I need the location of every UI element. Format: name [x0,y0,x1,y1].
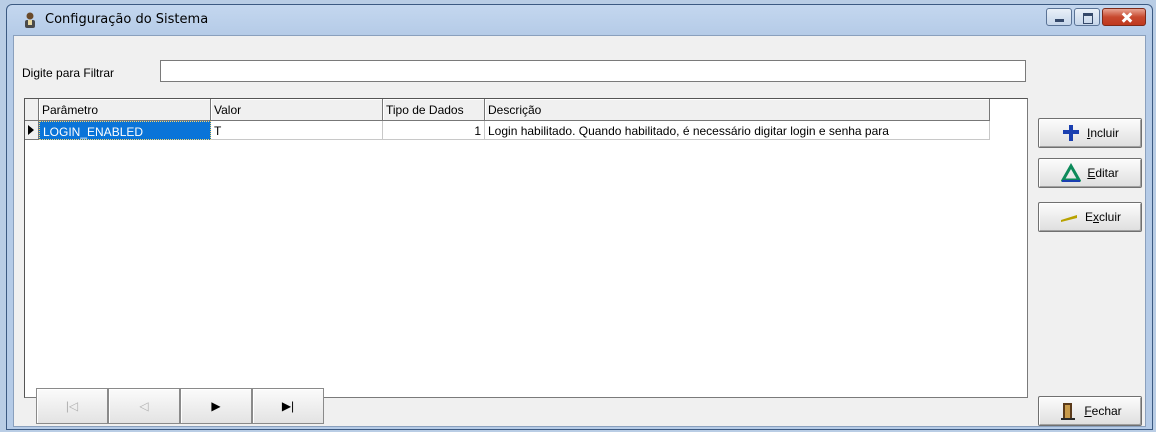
incluir-button[interactable]: Incluir [1038,118,1142,148]
next-record-button[interactable]: ▶ [180,388,252,424]
door-exit-icon [1061,403,1076,420]
minus-icon [1060,215,1077,222]
parameters-grid[interactable]: Parâmetro Valor Tipo de Dados Descrição … [24,98,1028,398]
editar-label: Editar [1087,166,1119,180]
prior-record-button[interactable]: ◁ [108,388,180,424]
editar-button[interactable]: Editar [1038,158,1142,188]
incluir-label: Incluir [1086,126,1120,140]
filter-label: Digite para Filtrar [22,66,115,80]
current-row-indicator-icon [25,121,39,140]
column-header-valor[interactable]: Valor [211,99,383,121]
indicator-header [25,99,39,121]
excluir-button[interactable]: Excluir [1038,202,1142,232]
window-title: Configuração do Sistema [45,12,209,27]
user-config-icon [25,12,35,28]
cell-tipo[interactable]: 1 [383,121,485,140]
fechar-label: Fechar [1084,404,1122,418]
first-record-button[interactable]: |◁ [36,388,108,424]
cell-valor[interactable]: T [211,121,383,140]
fechar-button[interactable]: Fechar [1038,396,1142,426]
last-record-button[interactable]: ▶| [252,388,324,424]
triangle-icon [1061,163,1082,182]
column-header-descricao[interactable]: Descrição [485,99,990,121]
maximize-button[interactable] [1074,8,1100,26]
table-row[interactable]: LOGIN_ENABLED T 1 Login habilitado. Quan… [25,121,990,140]
grid-header: Parâmetro Valor Tipo de Dados Descrição [25,99,990,121]
filter-input[interactable] [160,60,1026,82]
close-button[interactable] [1102,8,1146,26]
config-window: Configuração do Sistema Digite para Filt… [6,4,1153,430]
excluir-label: Excluir [1084,210,1122,224]
caption-buttons [1044,8,1146,28]
client-area: Digite para Filtrar Parâmetro Valor Tipo… [13,35,1146,427]
title-bar: Configuração do Sistema [7,5,1152,35]
record-navigator: |◁ ◁ ▶ ▶| [36,388,324,424]
plus-icon [1062,125,1079,141]
cell-parametro[interactable]: LOGIN_ENABLED [39,121,211,140]
cell-descricao[interactable]: Login habilitado. Quando habilitado, é n… [485,121,990,140]
column-header-tipo[interactable]: Tipo de Dados [383,99,485,121]
minimize-button[interactable] [1046,8,1072,26]
column-header-parametro[interactable]: Parâmetro [39,99,211,121]
